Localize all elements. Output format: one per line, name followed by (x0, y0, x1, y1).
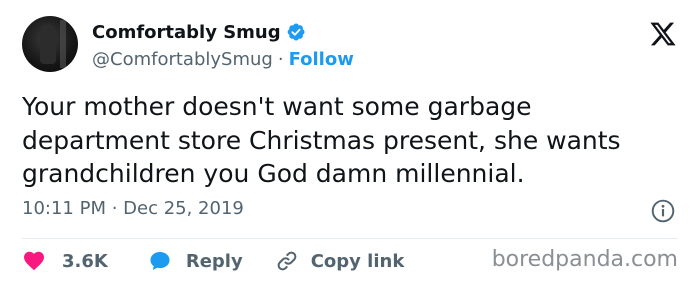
watermark: boredpanda.com (491, 247, 678, 272)
author-handle[interactable]: @ComfortablySmug (92, 49, 273, 70)
action-bar: 3.6K Reply Copy link (22, 248, 404, 274)
verified-badge-icon (286, 22, 306, 42)
name-row: Comfortably Smug (92, 20, 354, 44)
copy-link-button[interactable]: Copy link (275, 249, 405, 273)
avatar[interactable] (22, 16, 78, 72)
like-count: 3.6K (62, 250, 108, 272)
reply-label: Reply (185, 250, 243, 272)
heart-icon (22, 249, 46, 273)
avatar-bar (60, 20, 66, 68)
link-icon (275, 249, 299, 273)
handle-separator: · (277, 48, 284, 70)
tweet-text: Your mother doesn't want some garbage de… (22, 92, 621, 188)
avatar-figure (40, 24, 56, 64)
follow-button[interactable]: Follow (289, 49, 354, 70)
handle-row: @ComfortablySmug · Follow (92, 46, 354, 72)
like-button[interactable]: 3.6K (22, 249, 108, 273)
reply-button[interactable]: Reply (148, 249, 243, 273)
author-block: Comfortably Smug @ComfortablySmug · Foll… (92, 20, 354, 72)
author-name[interactable]: Comfortably Smug (92, 22, 281, 43)
info-icon[interactable] (650, 198, 676, 224)
reply-bubble-icon (148, 249, 172, 273)
x-logo-icon[interactable] (648, 20, 678, 48)
tweet-timestamp[interactable]: 10:11 PM · Dec 25, 2019 (22, 198, 244, 219)
copy-link-label: Copy link (310, 250, 405, 272)
divider (22, 238, 678, 239)
